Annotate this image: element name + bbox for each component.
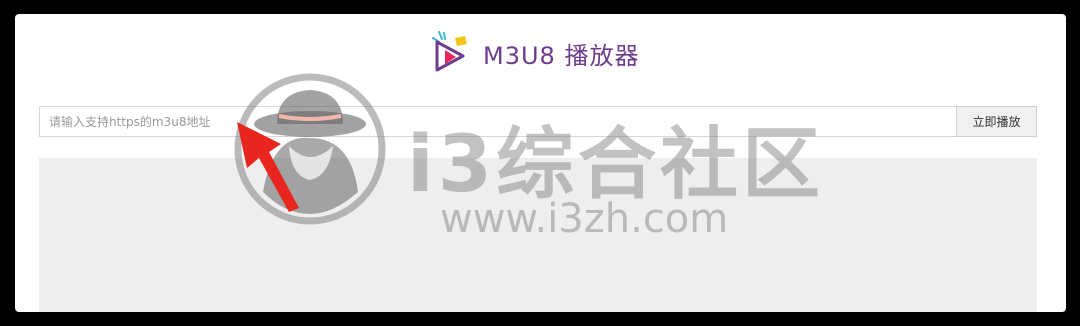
app-title: M3U8 播放器 [483,41,640,70]
m3u8-url-input[interactable] [39,106,956,137]
play-logo-icon [425,28,475,78]
play-now-button[interactable]: 立即播放 [956,106,1037,137]
url-bar: 立即播放 [39,106,1037,137]
video-player-area[interactable] [39,158,1037,312]
brand-header: M3U8 播放器 [425,28,639,78]
app-window: M3U8 播放器 立即播放 i3综合社区 www.i3zh.com [15,14,1066,312]
red-arrow-icon [237,122,299,212]
